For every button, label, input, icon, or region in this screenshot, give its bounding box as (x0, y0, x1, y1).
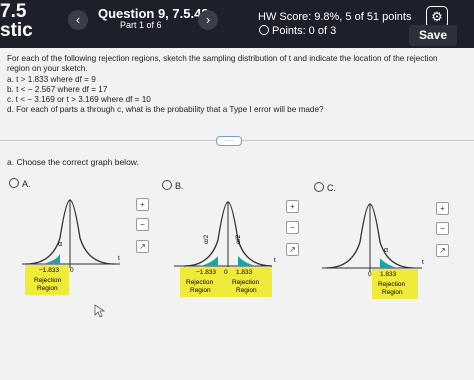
next-question-button[interactable]: › (198, 10, 218, 30)
graph-a-region-label-2: Region (37, 285, 58, 292)
graph-c-region-label-1: Rejection (378, 281, 405, 288)
graph-c-tick-zero: 0 (368, 271, 372, 278)
graph-c: α 0 1.833 t Rejection Region (322, 203, 424, 299)
graph-b-tick-pos: 1.833 (236, 269, 253, 276)
graph-b-region-label-1-left: Rejection (186, 279, 213, 286)
zoom-out-icon[interactable]: − (136, 218, 149, 231)
zoom-in-icon[interactable]: + (286, 200, 299, 213)
hw-score: HW Score: 9.8%, 5 of 51 points (258, 11, 412, 23)
zoom-out-icon[interactable]: − (436, 222, 449, 235)
graph-a-axis-label: t (118, 255, 120, 262)
graph-c-tick-pos: 1.833 (380, 271, 397, 278)
graph-b-tick-neg: −1.833 (196, 269, 216, 276)
option-b-radio[interactable] (162, 180, 172, 190)
answer-prompt: a. Choose the correct graph below. (7, 157, 139, 167)
question-part-c: c. t < − 3.169 or t > 3.169 where df = 1… (7, 95, 151, 105)
graph-c-axis-label: t (422, 259, 424, 266)
question-part-a: a. t > 1.833 where df = 9 (7, 74, 96, 84)
graph-c-region-label-2: Region (382, 289, 403, 296)
question-part-b: b. t < − 2.567 where df = 17 (7, 84, 108, 94)
graph-b: α/2 α/2 −1.833 0 1.833 t Rejection Regio… (174, 201, 276, 297)
graph-a: α −1.833 0 t Rejection Region (22, 199, 120, 295)
question-title: Question 9, 7.5.48 (98, 6, 209, 21)
external-link-icon[interactable]: ↗ (286, 243, 299, 256)
question-intro-1: For each of the following rejection regi… (7, 54, 438, 63)
option-a-radio[interactable] (9, 178, 19, 188)
option-b[interactable]: B. (162, 180, 184, 191)
graph-c-alpha: α (384, 247, 388, 254)
zoom-out-icon[interactable]: − (286, 221, 299, 234)
external-link-icon[interactable]: ↗ (436, 244, 449, 257)
graph-b-region-label-2-left: Region (190, 287, 211, 294)
graph-b-region-label-1-right: Rejection (232, 279, 259, 286)
option-a[interactable]: A. (9, 178, 31, 189)
graph-a-region-label-1: Rejection (34, 277, 61, 284)
points-status-icon (259, 25, 269, 35)
graph-a-tick-zero: 0 (70, 267, 74, 274)
graph-b-axis-label: t (274, 257, 276, 264)
save-button[interactable]: Save (409, 25, 457, 46)
question-part-d: d. For each of parts a through c, what i… (7, 105, 324, 115)
course-title: 7.5 stic (0, 2, 33, 40)
option-c[interactable]: C. (314, 182, 336, 193)
graph-b-tick-zero: 0 (224, 269, 228, 276)
option-b-label: B. (175, 181, 184, 191)
graph-b-alpha-right: α/2 (235, 234, 242, 244)
mouse-cursor-icon (94, 304, 106, 318)
zoom-in-icon[interactable]: + (136, 198, 149, 211)
question-intro-2: region on your sketch. (7, 64, 88, 74)
top-bar: 7.5 stic ‹ Question 9, 7.5.48 Part 1 of … (0, 0, 474, 48)
option-a-label: A. (22, 179, 31, 189)
expand-more-button[interactable]: ..... (216, 136, 242, 146)
graph-a-alpha: α (58, 241, 62, 248)
zoom-in-icon[interactable]: + (436, 202, 449, 215)
question-text: For each of the following rejection regi… (7, 54, 467, 116)
points-label: Points: 0 of 3 (272, 25, 337, 37)
option-c-label: C. (327, 183, 336, 193)
previous-question-button[interactable]: ‹ (68, 10, 88, 30)
graph-b-region-label-2-right: Region (236, 287, 257, 294)
external-link-icon[interactable]: ↗ (136, 240, 149, 253)
graph-a-tick-neg: −1.833 (39, 267, 59, 274)
course-code: 7.5 (0, 1, 27, 22)
option-c-radio[interactable] (314, 182, 324, 192)
course-name: stic (0, 20, 33, 41)
question-part: Part 1 of 6 (120, 20, 162, 30)
graph-b-alpha-left: α/2 (203, 234, 210, 244)
